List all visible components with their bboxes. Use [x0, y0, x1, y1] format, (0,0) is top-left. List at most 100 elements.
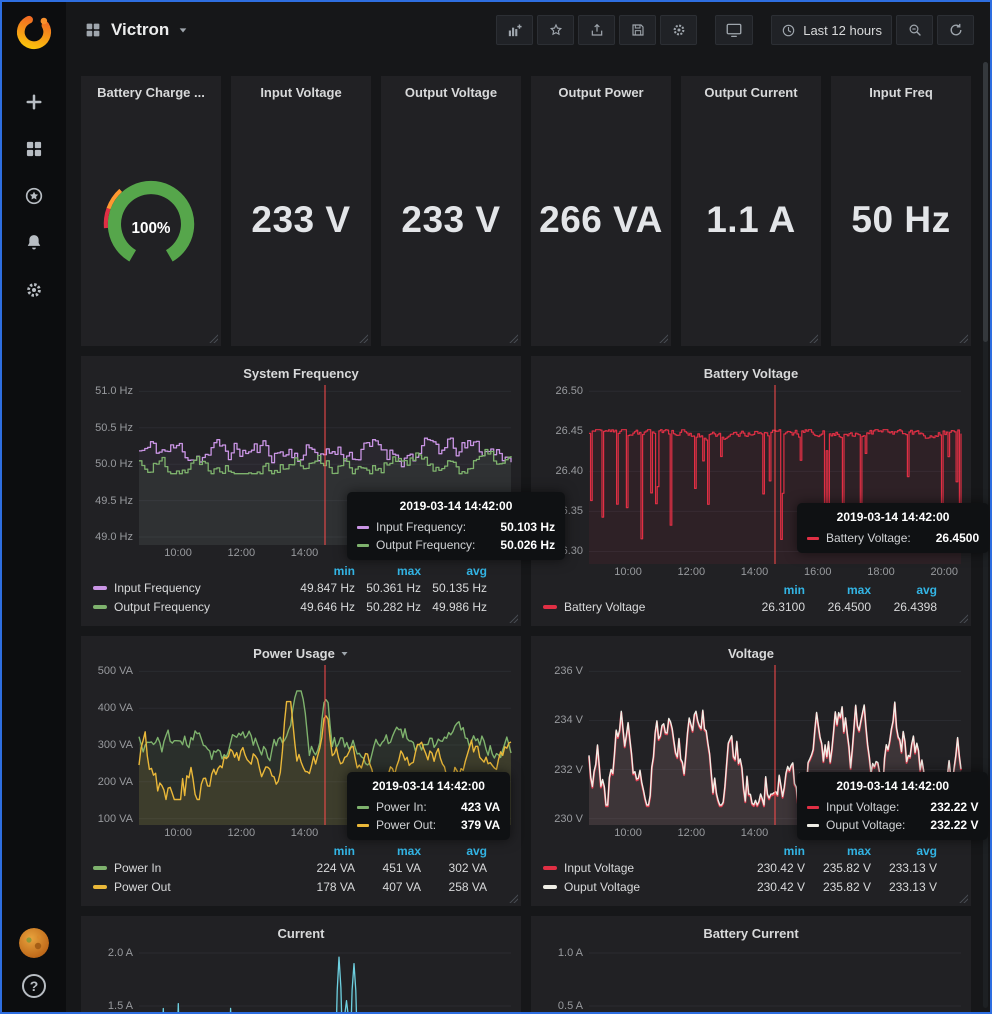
sidebar-item-configuration[interactable]: [23, 279, 45, 301]
legend-header-avg[interactable]: avg: [421, 564, 487, 578]
panel-title[interactable]: System Frequency: [243, 366, 359, 381]
clock-icon: [781, 23, 796, 38]
time-range-label: Last 12 hours: [803, 23, 882, 38]
legend-header-max[interactable]: max: [805, 844, 871, 858]
x-axis-label: 10:00: [158, 547, 198, 559]
battery-charge-gauge: 100%: [90, 100, 212, 340]
graphs-row-1: System Frequency 51.0 Hz50.5 Hz50.0 Hz49…: [81, 356, 971, 626]
panel-title[interactable]: Battery Charge ...: [97, 85, 205, 100]
panel-title[interactable]: Battery Current: [703, 926, 798, 941]
dashboard-settings-button[interactable]: [660, 15, 697, 45]
panel-resize-handle[interactable]: [959, 894, 968, 903]
legend-header-avg[interactable]: avg: [871, 583, 937, 597]
panel-resize-handle[interactable]: [209, 334, 218, 343]
plot-area[interactable]: [139, 945, 511, 1012]
graphs-row-3: Current 2.0 A1.5 A Battery Current 1.0 A…: [81, 916, 971, 1012]
stat-value: 50 Hz: [851, 100, 950, 340]
grafana-logo[interactable]: [9, 7, 59, 57]
x-axis-label: 20:00: [924, 566, 964, 578]
add-panel-icon: [506, 22, 523, 39]
panel-title[interactable]: Power Usage: [253, 646, 335, 661]
legend-header-max[interactable]: max: [355, 564, 421, 578]
y-axis: 500 VA400 VA300 VA200 VA100 VA: [91, 665, 139, 825]
dashboard-title[interactable]: Victron: [111, 20, 169, 40]
panel-power-usage: Power Usage 500 VA400 VA300 VA200 VA100 …: [81, 636, 521, 906]
panel-menu-caret-icon[interactable]: [340, 649, 349, 658]
y-axis-label: 50.5 Hz: [95, 422, 133, 434]
legend-row: Power Out 178 VA 407 VA 258 VA: [93, 877, 487, 896]
legend-series-toggle[interactable]: Output Frequency: [93, 600, 289, 614]
share-button[interactable]: [578, 15, 615, 45]
panel-resize-handle[interactable]: [959, 334, 968, 343]
user-avatar[interactable]: [19, 928, 49, 958]
legend-series-toggle[interactable]: Input Voltage: [543, 861, 739, 875]
legend-header-avg[interactable]: avg: [421, 844, 487, 858]
sidebar-item-create[interactable]: [23, 91, 45, 113]
dashboard-content: Battery Charge ... 100% Input Voltage 23…: [66, 58, 990, 1012]
legend-header-max[interactable]: max: [805, 583, 871, 597]
panel-battery-current: Battery Current 1.0 A0.5 A: [531, 916, 971, 1012]
tv-mode-button[interactable]: [715, 15, 753, 45]
help-button[interactable]: ?: [22, 974, 46, 998]
add-panel-button[interactable]: [496, 15, 533, 45]
stats-row: Battery Charge ... 100% Input Voltage 23…: [81, 76, 971, 346]
star-button[interactable]: [537, 15, 574, 45]
stat-value: 266 VA: [539, 100, 663, 340]
y-axis-label: 200 VA: [98, 776, 133, 788]
legend-header-max[interactable]: max: [355, 844, 421, 858]
panel-resize-handle[interactable]: [959, 614, 968, 623]
sidebar-item-dashboards[interactable]: [23, 138, 45, 160]
panel-title[interactable]: Input Freq: [869, 85, 933, 100]
zoom-out-button[interactable]: [896, 15, 933, 45]
series-color-icon: [543, 866, 557, 870]
save-button[interactable]: [619, 15, 656, 45]
time-range-button[interactable]: Last 12 hours: [771, 15, 892, 45]
y-axis-label: 1.0 A: [558, 947, 583, 959]
panel-title[interactable]: Battery Voltage: [704, 366, 798, 381]
sidebar-menu: [23, 91, 45, 301]
panel-title[interactable]: Current: [278, 926, 325, 941]
legend-series-toggle[interactable]: Battery Voltage: [543, 600, 739, 614]
scrollbar-thumb[interactable]: [983, 62, 988, 342]
panel-resize-handle[interactable]: [509, 334, 518, 343]
stat-value: 233 V: [401, 100, 500, 340]
legend-header-min[interactable]: min: [739, 844, 805, 858]
x-axis-label: 14:00: [735, 566, 775, 578]
graph-tooltip: 2019-03-14 14:42:00 Input Frequency:50.1…: [347, 492, 565, 560]
legend-series-toggle[interactable]: Power Out: [93, 880, 289, 894]
panel-resize-handle[interactable]: [359, 334, 368, 343]
x-axis-label: 10:00: [608, 827, 648, 839]
panel-resize-handle[interactable]: [809, 334, 818, 343]
panel-resize-handle[interactable]: [509, 614, 518, 623]
panel-title[interactable]: Output Power: [558, 85, 643, 100]
y-axis-label: 51.0 Hz: [95, 385, 133, 397]
panel-resize-handle[interactable]: [509, 894, 518, 903]
y-axis-label: 26.45: [555, 425, 583, 437]
x-axis-label: 14:00: [285, 547, 325, 559]
legend-series-toggle[interactable]: Ouput Voltage: [543, 880, 739, 894]
panel-resize-handle[interactable]: [659, 334, 668, 343]
panel-title[interactable]: Output Voltage: [405, 85, 497, 100]
graph-legend: min max avg Input Frequency 49.847 Hz 50…: [91, 563, 511, 618]
sidebar-item-explore[interactable]: [23, 185, 45, 207]
plot-area[interactable]: [589, 945, 961, 1012]
panel-output-current: Output Current 1.1 A: [681, 76, 821, 346]
panel-title[interactable]: Voltage: [728, 646, 774, 661]
legend-series-toggle[interactable]: Power In: [93, 861, 289, 875]
legend-header-min[interactable]: min: [289, 564, 355, 578]
legend-header-avg[interactable]: avg: [871, 844, 937, 858]
refresh-button[interactable]: [937, 15, 974, 45]
panel-title[interactable]: Input Voltage: [260, 85, 341, 100]
legend-header-min[interactable]: min: [739, 583, 805, 597]
refresh-icon: [948, 22, 964, 38]
panel-battery-voltage: Battery Voltage 26.5026.4526.4026.3526.3…: [531, 356, 971, 626]
legend-series-toggle[interactable]: Input Frequency: [93, 581, 289, 595]
legend-header-min[interactable]: min: [289, 844, 355, 858]
sidebar-item-alerting[interactable]: [23, 232, 45, 254]
panel-current: Current 2.0 A1.5 A: [81, 916, 521, 1012]
panel-title[interactable]: Output Current: [704, 85, 797, 100]
y-axis-label: 49.0 Hz: [95, 531, 133, 543]
series-color-icon: [357, 544, 369, 547]
series-color-icon: [93, 885, 107, 889]
dashboard-picker[interactable]: Victron: [84, 20, 188, 40]
